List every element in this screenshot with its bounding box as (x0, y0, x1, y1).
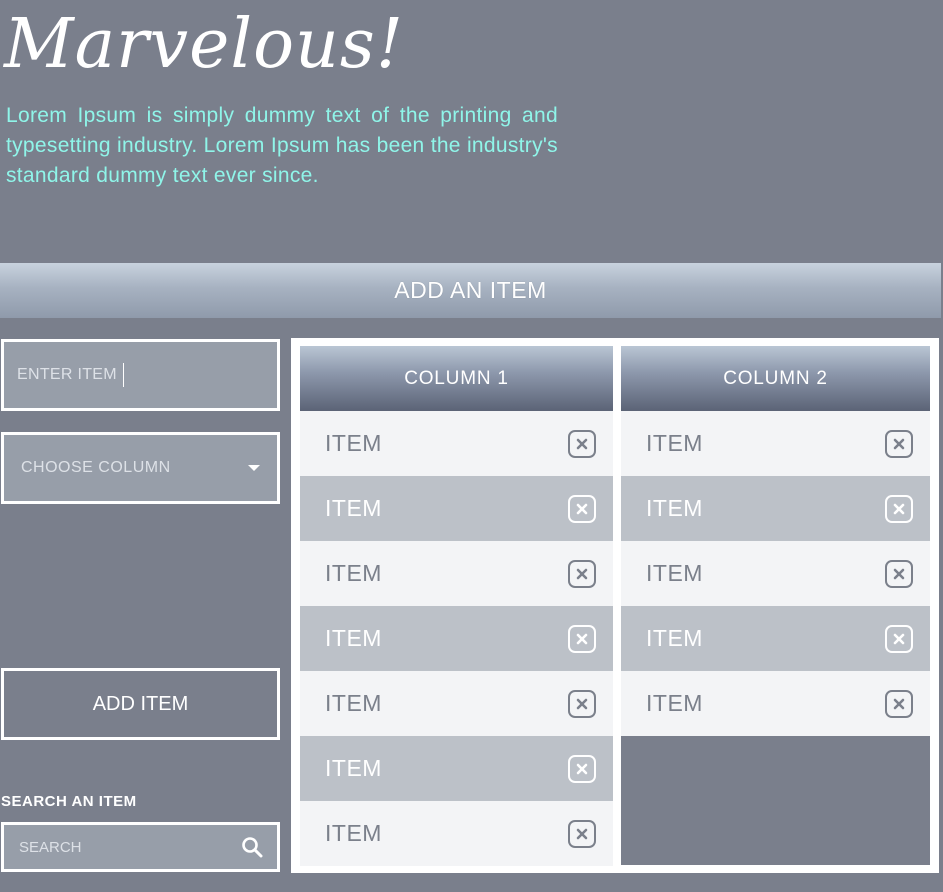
item-label: ITEM (646, 430, 703, 456)
item-label: ITEM (325, 820, 382, 846)
column-2-items: ITEM ITEM ITEM ITEM ITEM (621, 411, 930, 736)
column-1: COLUMN 1 ITEM ITEM ITEM ITEM ITEM ITEM ITEM (300, 346, 613, 866)
item-label: ITEM (325, 625, 382, 651)
search-input[interactable]: SEARCH (1, 822, 280, 872)
list-item[interactable]: ITEM (621, 671, 930, 736)
close-icon (893, 698, 905, 709)
item-label: ITEM (646, 690, 703, 716)
list-item[interactable]: ITEM (621, 476, 930, 541)
list-item[interactable]: ITEM (300, 671, 613, 736)
column-select-placeholder: CHOOSE COLUMN (21, 459, 171, 476)
close-icon (576, 568, 588, 579)
close-icon (893, 568, 905, 579)
item-label: ITEM (325, 560, 382, 586)
add-item-button[interactable]: ADD ITEM (1, 668, 280, 740)
close-icon (893, 438, 905, 449)
close-icon (893, 633, 905, 644)
remove-item-button[interactable] (885, 689, 913, 718)
list-item[interactable]: ITEM (621, 411, 930, 476)
item-label: ITEM (646, 495, 703, 521)
column-2: COLUMN 2 ITEM ITEM ITEM ITEM ITEM (621, 346, 930, 865)
remove-item-button[interactable] (885, 494, 913, 523)
search-placeholder: SEARCH (19, 838, 82, 856)
column-select[interactable]: CHOOSE COLUMN (1, 432, 280, 504)
item-input-placeholder: ENTER ITEM (17, 366, 117, 383)
item-label: ITEM (325, 430, 382, 456)
chevron-down-icon (248, 465, 260, 471)
remove-item-button[interactable] (885, 624, 913, 653)
item-label: ITEM (325, 495, 382, 521)
columns-board: COLUMN 1 ITEM ITEM ITEM ITEM ITEM ITEM ITEM CO… (291, 338, 939, 873)
search-icon[interactable] (241, 836, 263, 858)
remove-item-button[interactable] (885, 429, 913, 458)
item-label: ITEM (325, 690, 382, 716)
column-1-header: COLUMN 1 (300, 346, 613, 411)
add-item-banner: ADD AN ITEM (0, 263, 941, 318)
close-icon (576, 763, 588, 774)
remove-item-button[interactable] (568, 624, 596, 653)
list-item[interactable]: ITEM (300, 541, 613, 606)
item-label: ITEM (646, 625, 703, 651)
column-2-header: COLUMN 2 (621, 346, 930, 411)
remove-item-button[interactable] (568, 429, 596, 458)
search-label: SEARCH AN ITEM (1, 793, 137, 810)
remove-item-button[interactable] (568, 819, 596, 848)
remove-item-button[interactable] (568, 689, 596, 718)
list-item[interactable]: ITEM (621, 606, 930, 671)
close-icon (576, 698, 588, 709)
close-icon (576, 828, 588, 839)
remove-item-button[interactable] (568, 559, 596, 588)
close-icon (576, 503, 588, 514)
close-icon (576, 633, 588, 644)
remove-item-button[interactable] (885, 559, 913, 588)
close-icon (576, 438, 588, 449)
list-item[interactable]: ITEM (300, 736, 613, 801)
list-item[interactable]: ITEM (621, 541, 930, 606)
item-label: ITEM (646, 560, 703, 586)
close-icon (893, 503, 905, 514)
list-item[interactable]: ITEM (300, 801, 613, 866)
list-item[interactable]: ITEM (300, 606, 613, 671)
column-1-items: ITEM ITEM ITEM ITEM ITEM ITEM ITEM (300, 411, 613, 866)
list-item[interactable]: ITEM (300, 476, 613, 541)
page-title: Marvelous! (4, 5, 405, 84)
remove-item-button[interactable] (568, 494, 596, 523)
intro-text: Lorem Ipsum is simply dummy text of the … (6, 104, 558, 187)
text-cursor (122, 363, 124, 387)
list-item[interactable]: ITEM (300, 411, 613, 476)
item-input[interactable]: ENTER ITEM (1, 339, 280, 411)
item-label: ITEM (325, 755, 382, 781)
remove-item-button[interactable] (568, 754, 596, 783)
